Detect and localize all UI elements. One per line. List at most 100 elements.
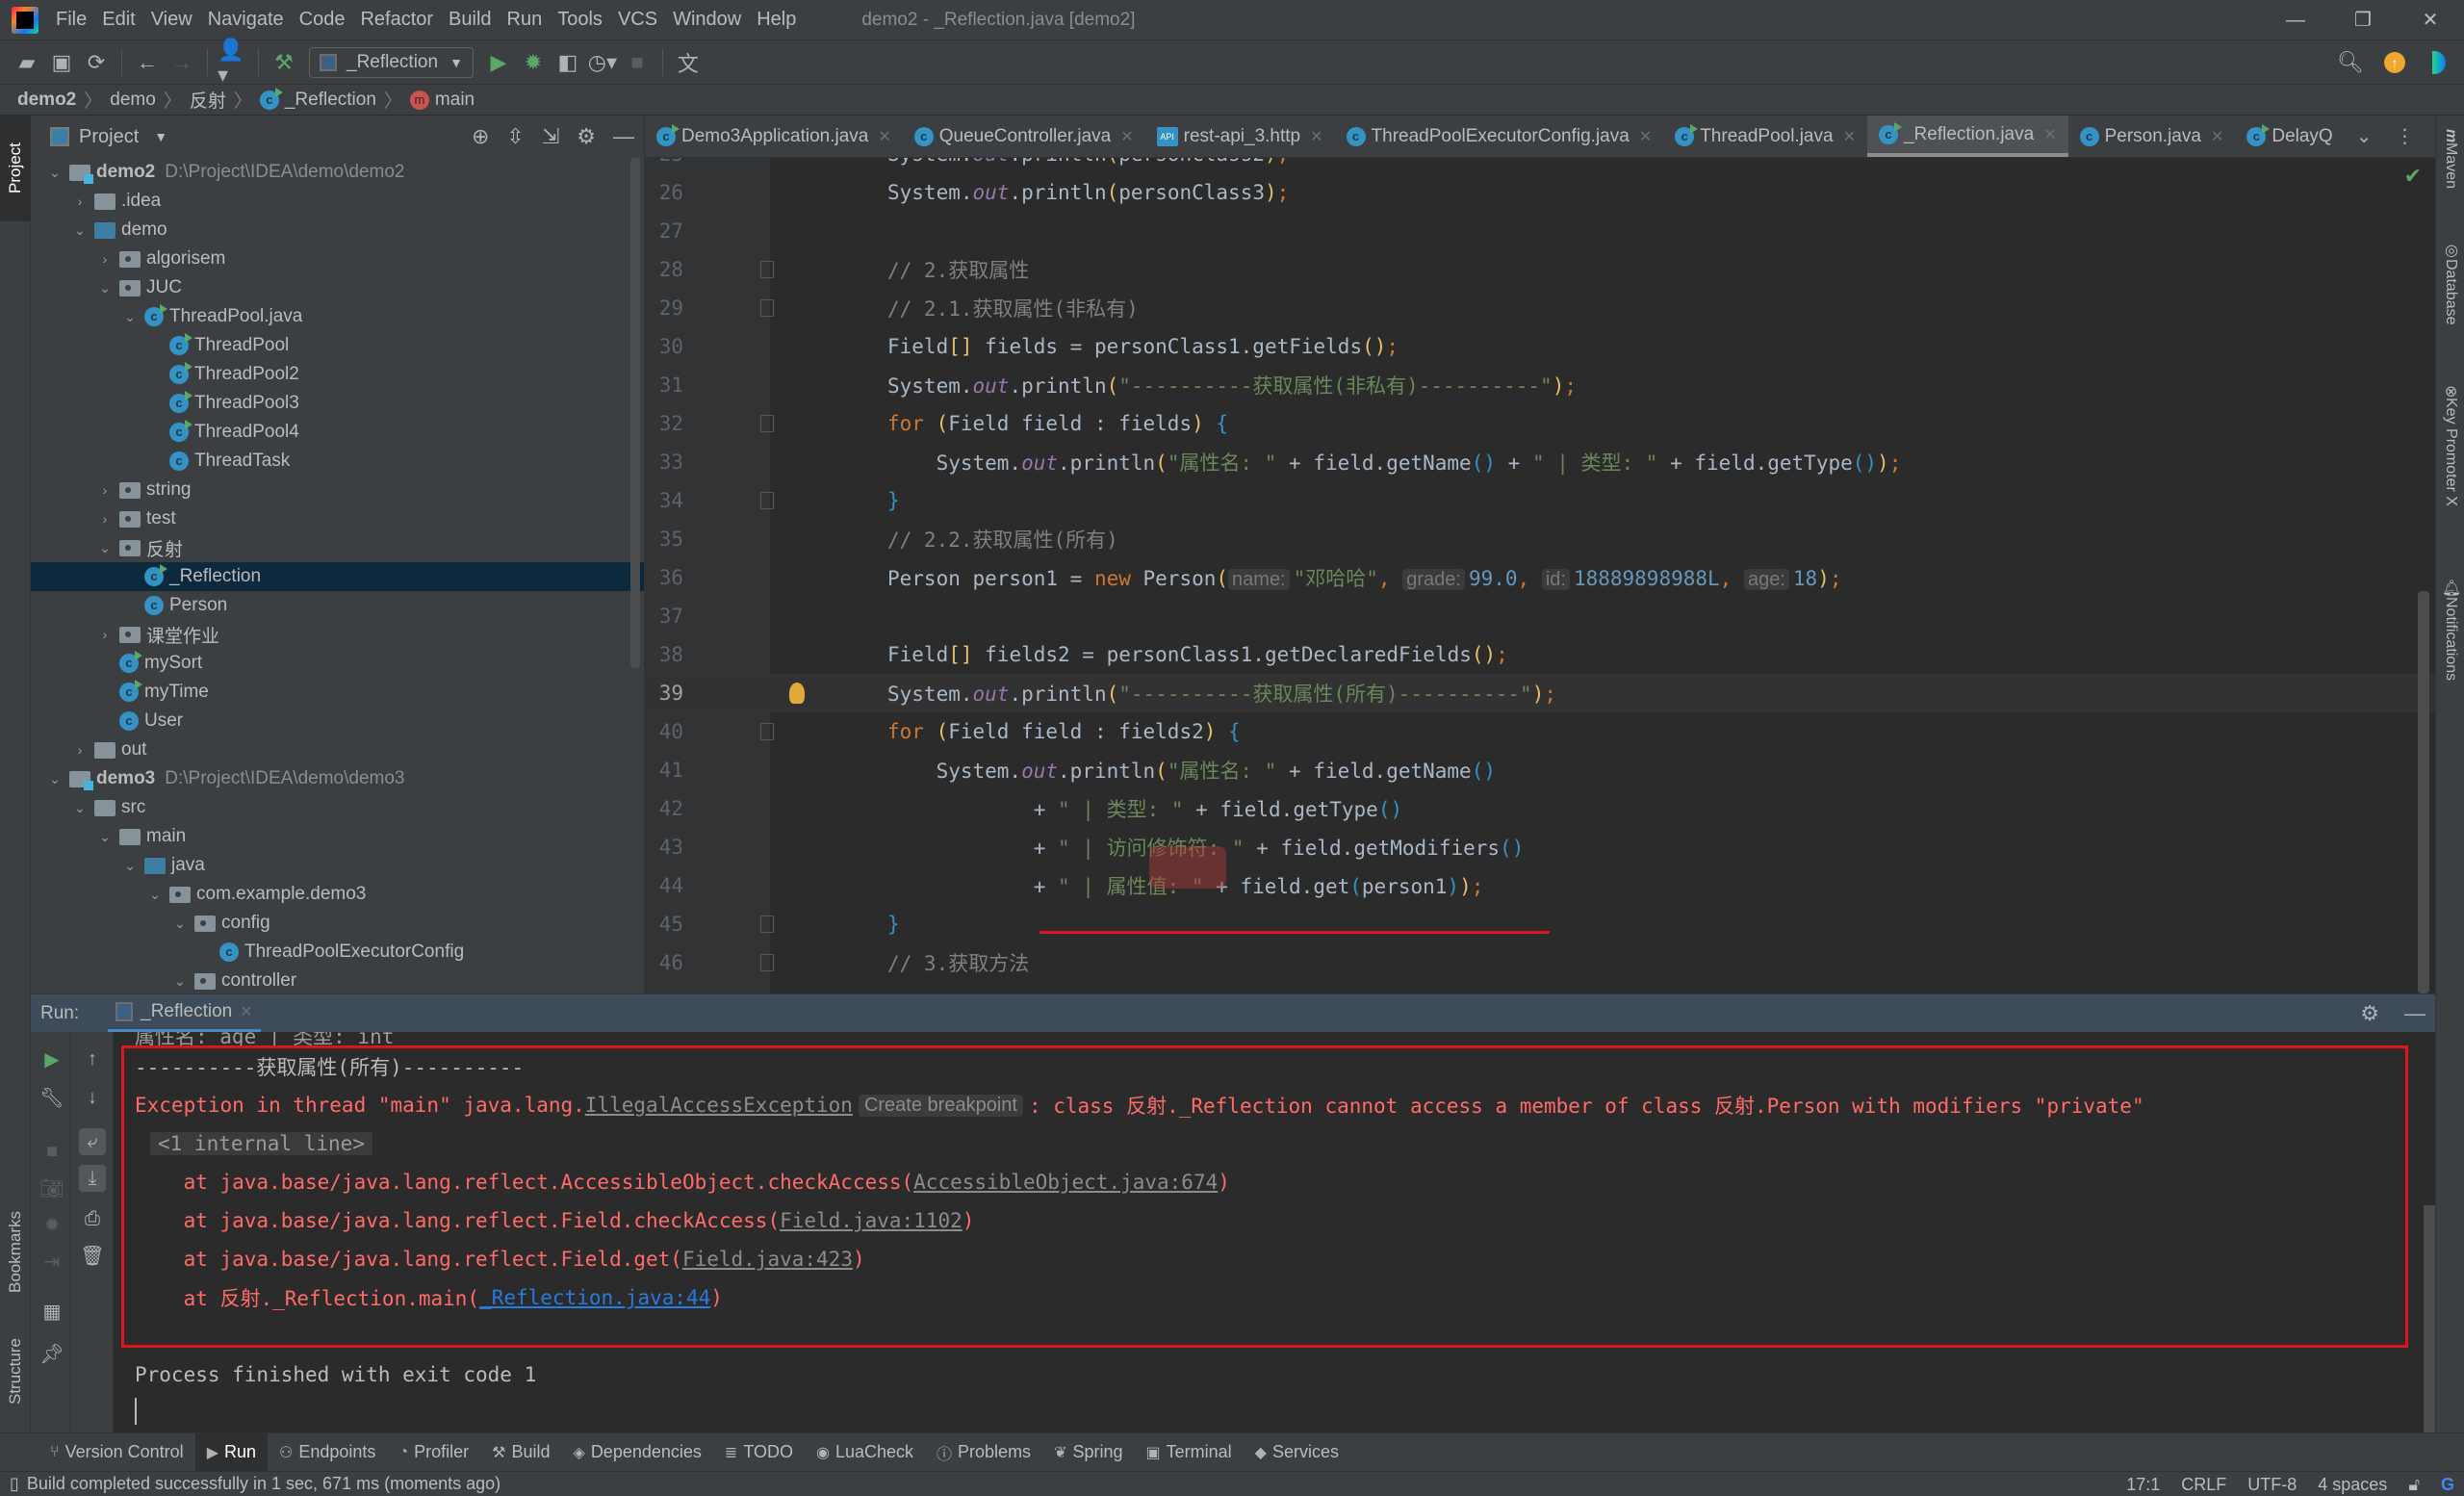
code-line[interactable]: 32 for (Field field : fields) {: [645, 404, 2435, 443]
close-icon[interactable]: ✕: [240, 1002, 252, 1021]
chevron-down-icon[interactable]: ⌄: [69, 222, 90, 239]
fold-marker-icon[interactable]: [760, 916, 774, 933]
arrow-down-icon[interactable]: ↓: [79, 1084, 106, 1111]
hide-icon[interactable]: —: [613, 124, 634, 149]
tree-item[interactable]: ⌄ config: [31, 909, 644, 938]
tool-window-services[interactable]: ◆ Services: [1244, 1433, 1350, 1472]
breadcrumb-item-method[interactable]: m main: [409, 90, 475, 111]
tree-item[interactable]: c ThreadPool: [31, 331, 644, 360]
tool-window-luacheck[interactable]: ◉ LuaCheck: [805, 1433, 925, 1472]
code-line[interactable]: 28 // 2.获取属性: [645, 250, 2435, 289]
close-button[interactable]: ✕: [2397, 0, 2464, 40]
fold-marker-icon[interactable]: [760, 492, 774, 509]
menu-run[interactable]: Run: [500, 9, 551, 31]
tool-window-problems[interactable]: ⓘ Problems: [925, 1433, 1042, 1472]
collapse-all-icon[interactable]: ⇲: [542, 124, 559, 149]
chevron-down-icon[interactable]: ⌄: [94, 829, 116, 845]
close-icon[interactable]: ✕: [2043, 125, 2056, 144]
code-line[interactable]: 30 Field[] fields = personClass1.getField…: [645, 327, 2435, 366]
wrench-icon[interactable]: 🔧︎: [38, 1084, 65, 1111]
code-line[interactable]: 38 Field[] fields2 = personClass1.getDecl…: [645, 635, 2435, 674]
tree-item[interactable]: c User: [31, 707, 644, 735]
menu-vcs[interactable]: VCS: [610, 9, 665, 31]
tree-item[interactable]: ⌄ JUC: [31, 273, 644, 302]
code-line[interactable]: 42 + " | 类型: " + field.getType(): [645, 789, 2435, 828]
tree-item[interactable]: c mySort: [31, 649, 644, 678]
locate-icon[interactable]: ⊕: [472, 124, 489, 149]
structure-tool-tab[interactable]: Structure: [0, 1319, 31, 1425]
save-icon[interactable]: ▣: [46, 47, 77, 78]
build-hammer-icon[interactable]: ⚒: [269, 47, 299, 78]
tree-item[interactable]: c Person: [31, 591, 644, 620]
chevron-right-icon[interactable]: ›: [69, 742, 90, 758]
back-icon[interactable]: ←: [132, 47, 163, 78]
tree-item[interactable]: ⌄ main: [31, 822, 644, 851]
tree-item[interactable]: c _Reflection: [31, 562, 644, 591]
tool-window-todo[interactable]: ≣ TODO: [713, 1433, 805, 1472]
fold-marker-icon[interactable]: [760, 723, 774, 740]
menu-code[interactable]: Code: [292, 9, 353, 31]
user-icon[interactable]: 👤▾: [218, 38, 248, 87]
code-line[interactable]: 34}: [645, 481, 2435, 520]
code-line[interactable]: 26 System.out.println(personClass3);: [645, 173, 2435, 212]
menu-build[interactable]: Build: [441, 9, 499, 31]
chevron-down-icon[interactable]: ⌄: [169, 973, 191, 990]
notifications-tool-tab[interactable]: 🔔︎ Notifications: [2436, 578, 2464, 741]
editor-tab[interactable]: c Demo3Application.java ✕: [645, 116, 903, 157]
tree-item[interactable]: c ThreadPoolExecutorConfig: [31, 938, 644, 967]
code-line[interactable]: 39 System.out.println("----------获取属性(所有)…: [645, 674, 2435, 712]
restore-button[interactable]: ❐: [2329, 0, 2397, 40]
code-line[interactable]: 35 // 2.2.获取属性(所有): [645, 520, 2435, 558]
tool-window-terminal[interactable]: ▣ Terminal: [1135, 1433, 1244, 1472]
chevron-down-icon[interactable]: ⌄: [44, 771, 65, 787]
tool-window-profiler[interactable]: ◔ Profiler: [387, 1433, 480, 1472]
database-tool-tab[interactable]: ◎ Database: [2436, 241, 2464, 375]
menu-window[interactable]: Window: [665, 9, 749, 31]
code-line[interactable]: 37: [645, 597, 2435, 635]
tree-item[interactable]: c ThreadPool4: [31, 418, 644, 447]
tree-item[interactable]: ⌄ java: [31, 851, 644, 880]
close-icon[interactable]: ✕: [2211, 127, 2223, 146]
chevron-down-icon[interactable]: ⌄: [69, 800, 90, 816]
lightbulb-icon[interactable]: [789, 683, 805, 704]
editor-tab[interactable]: c ThreadPool.java ✕: [1663, 116, 1867, 157]
status-message[interactable]: Build completed successfully in 1 sec, 6…: [27, 1474, 500, 1494]
chevron-down-icon[interactable]: ⌄: [144, 887, 166, 903]
tree-item[interactable]: c ThreadTask: [31, 447, 644, 476]
menu-tools[interactable]: Tools: [550, 9, 610, 31]
expand-all-icon[interactable]: ⇳: [506, 124, 524, 149]
menu-file[interactable]: File: [48, 9, 94, 31]
chevron-right-icon[interactable]: ›: [69, 193, 90, 209]
chevron-right-icon[interactable]: ›: [94, 251, 116, 267]
editor-tab[interactable]: c QueueController.java ✕: [903, 116, 1145, 157]
editor-tab[interactable]: API rest-api_3.http ✕: [1145, 116, 1335, 157]
debug-icon[interactable]: ✹: [518, 47, 549, 78]
tool-window-version-control[interactable]: ⑂ Version Control: [38, 1433, 195, 1472]
line-separator[interactable]: CRLF: [2181, 1475, 2226, 1495]
hide-icon[interactable]: —: [2404, 1001, 2426, 1026]
tool-window-spring[interactable]: ❦ Spring: [1042, 1433, 1134, 1472]
tree-item[interactable]: ⌄ demo3 D:\Project\IDEA\demo\demo3: [31, 764, 644, 793]
bookmarks-tool-tab[interactable]: Bookmarks: [0, 1194, 31, 1309]
translate-icon[interactable]: 文: [673, 47, 704, 78]
code-line[interactable]: 29 // 2.1.获取属性(非私有): [645, 289, 2435, 327]
chevron-right-icon[interactable]: ›: [94, 627, 116, 642]
forward-icon[interactable]: →: [167, 47, 197, 78]
tool-window-endpoints[interactable]: ⚇ Endpoints: [268, 1433, 387, 1472]
chevron-down-icon[interactable]: ⌄: [169, 916, 191, 932]
more-options-icon[interactable]: ⋮: [2383, 116, 2426, 157]
maven-tool-tab[interactable]: m Maven: [2436, 129, 2464, 235]
breadcrumb-item[interactable]: demo2: [17, 90, 76, 111]
fold-marker-icon[interactable]: [760, 415, 774, 432]
sync-icon[interactable]: ⟳: [81, 47, 112, 78]
status-toggle-icon[interactable]: ▯: [10, 1474, 19, 1494]
tree-item[interactable]: ⌄ demo: [31, 216, 644, 245]
tree-item[interactable]: c ThreadPool2: [31, 360, 644, 389]
run-icon[interactable]: ▶: [483, 47, 514, 78]
tree-item[interactable]: c myTime: [31, 678, 644, 707]
rerun-icon[interactable]: ▶: [38, 1045, 65, 1072]
breadcrumb-item[interactable]: 反射: [190, 87, 226, 113]
code-line[interactable]: 31 System.out.println("----------获取属性(非私有…: [645, 366, 2435, 404]
update-icon[interactable]: ↑: [2379, 47, 2410, 78]
tree-item[interactable]: › string: [31, 476, 644, 504]
